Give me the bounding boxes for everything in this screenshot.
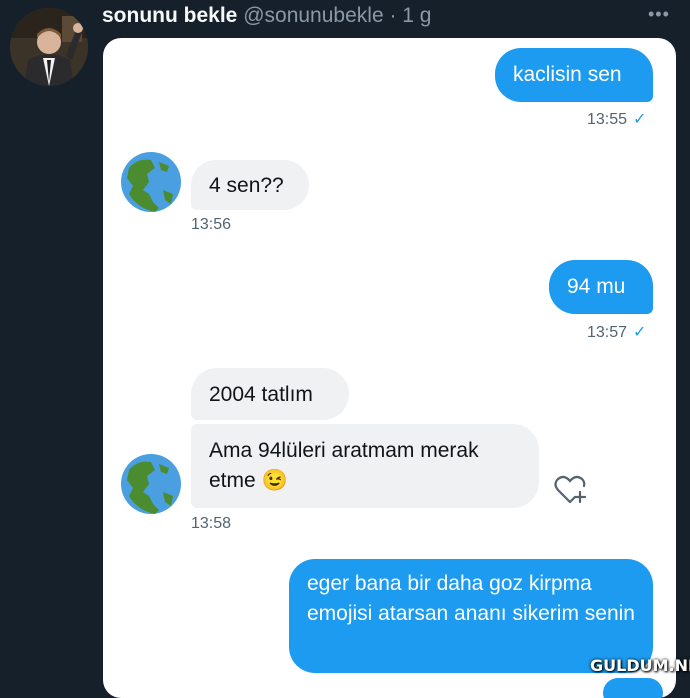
profile-photo [10,8,88,86]
wink-emoji: 😉 [261,469,288,492]
tweet-header: sonunu bekle @sonunubekle · 1 g [102,4,432,28]
message-time-1: 13:55 ✓ [587,111,647,128]
read-check-icon: ✓ [633,324,647,341]
chat-screenshot[interactable]: kaclisin sen 13:55 ✓ 4 sen?? 13:56 94 mu … [103,38,676,698]
read-check-icon: ✓ [633,111,647,128]
message-line-1: Ama 94lüleri aratmam merak [209,439,479,462]
display-name[interactable]: sonunu bekle [102,4,237,27]
more-icon[interactable]: ••• [648,4,670,25]
message-line-2: etme 😉 [209,469,288,492]
message-outgoing-4-partial [603,678,663,698]
message-outgoing-1: kaclisin sen [495,48,653,102]
globe-icon [121,454,181,514]
separator: · [383,4,403,27]
message-time-4: 13:58 [191,515,232,532]
globe-icon [121,152,181,212]
message-incoming-3: Ama 94lüleri aratmam merak etme 😉 [191,424,539,508]
handle[interactable]: @sonunubekle [243,4,383,27]
avatar[interactable] [10,8,88,86]
heart-plus-icon[interactable] [553,474,587,506]
message-incoming-1: 4 sen?? [191,160,309,210]
tweet-time[interactable]: 1 g [402,4,431,27]
message-outgoing-2: 94 mu [549,260,653,314]
message-incoming-2: 2004 tatlım [191,368,349,420]
watermark: GULDUM.NET [590,656,690,675]
message-time-3: 13:57 ✓ [587,324,647,341]
message-time-2: 13:56 [191,216,232,233]
